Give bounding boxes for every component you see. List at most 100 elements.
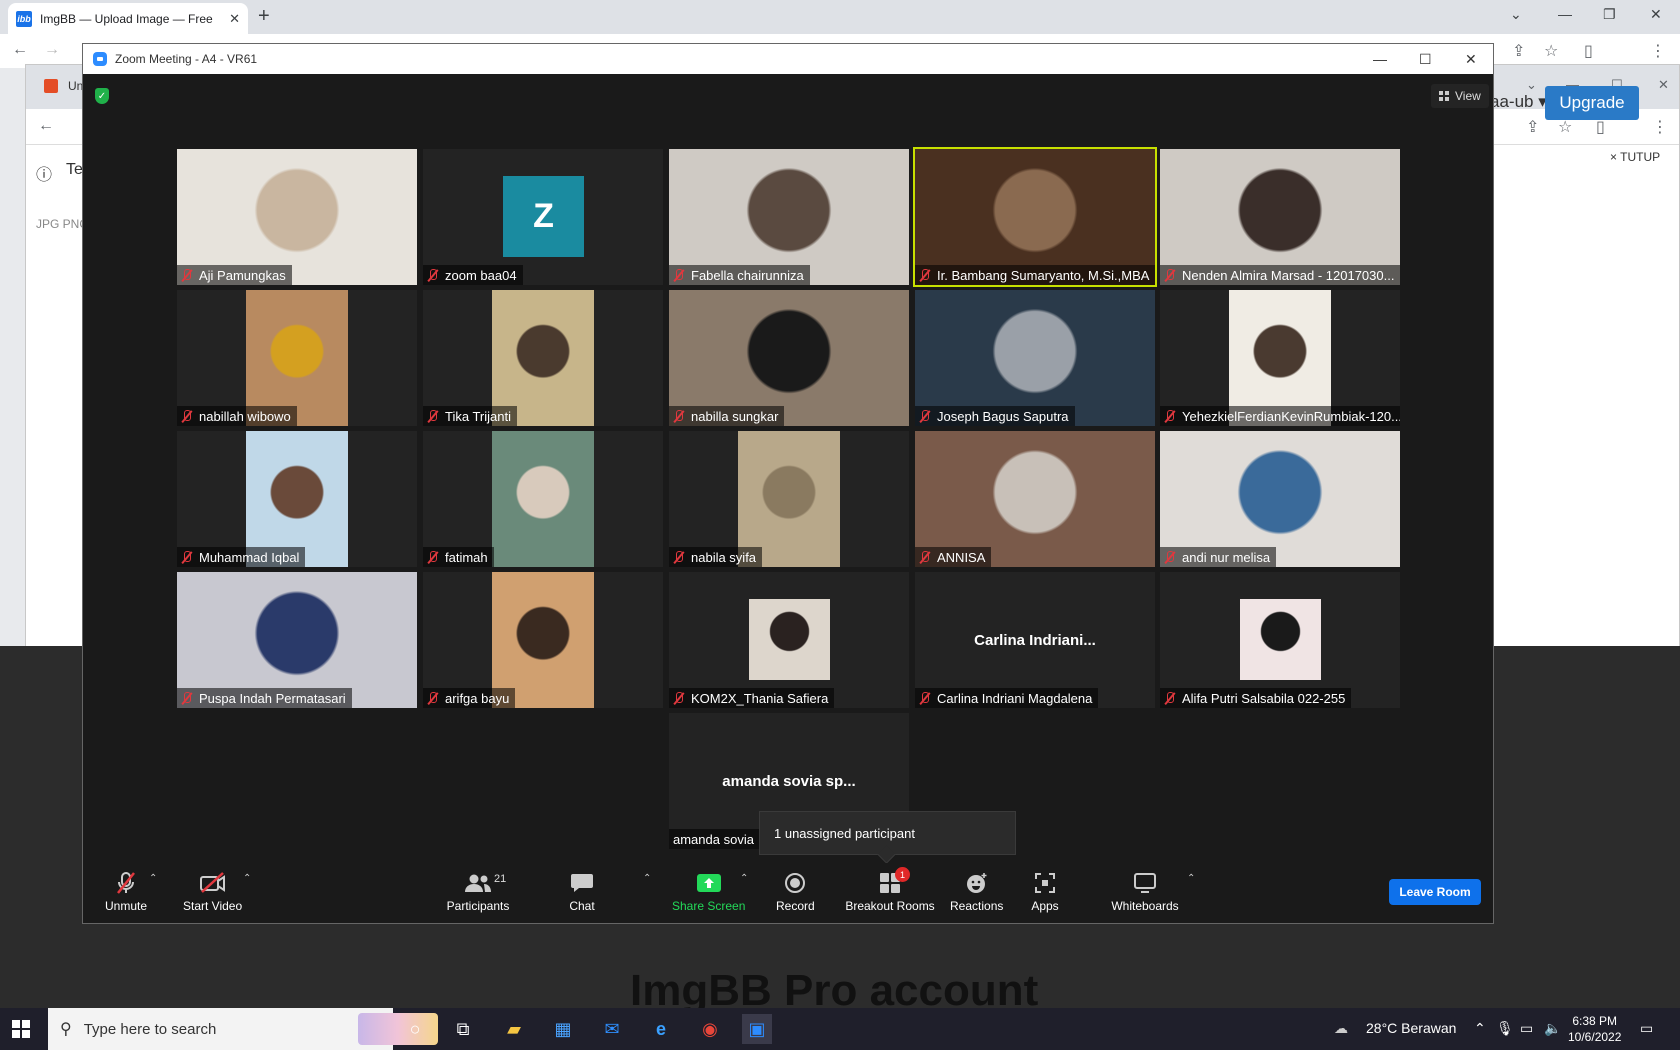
- internet-explorer-icon[interactable]: e: [646, 1014, 676, 1044]
- video-options-chevron-icon[interactable]: ⌃: [243, 873, 251, 884]
- sidepanel-icon[interactable]: ▯: [1584, 41, 1593, 61]
- notification-icon[interactable]: ▭: [1640, 1020, 1653, 1037]
- participant-tile[interactable]: nabillah wibowo: [177, 290, 417, 426]
- participant-tile[interactable]: Carlina Indriani... Carlina Indriani Magd…: [915, 572, 1155, 708]
- leave-room-button[interactable]: Leave Room: [1389, 879, 1481, 905]
- participant-tile[interactable]: Tika Trijanti: [423, 290, 663, 426]
- participant-name: Aji Pamungkas: [199, 267, 286, 283]
- restore-icon[interactable]: ❐: [1603, 6, 1616, 23]
- forward-icon[interactable]: →: [44, 41, 60, 59]
- zoom-minimize-icon[interactable]: —: [1373, 51, 1387, 67]
- participant-name-bar: zoom baa04: [423, 265, 523, 285]
- browser2-back-icon[interactable]: ←: [38, 117, 54, 135]
- browser2-sidepanel-icon[interactable]: ▯: [1596, 117, 1605, 137]
- taskbar-search[interactable]: ⚲ Type here to search: [48, 1008, 438, 1050]
- browser2-star-icon[interactable]: ☆: [1558, 117, 1572, 137]
- participant-name: ANNISA: [937, 549, 986, 565]
- zoom-logo-icon: [93, 52, 107, 66]
- mic-muted-icon: [673, 550, 685, 564]
- page-help-text: Te: [66, 161, 83, 178]
- upgrade-button[interactable]: Upgrade: [1545, 86, 1639, 120]
- participant-name: Alifa Putri Salsabila 022-255: [1182, 690, 1346, 706]
- weather-icon[interactable]: ☁: [1334, 1020, 1348, 1037]
- participant-tile[interactable]: fatimah: [423, 431, 663, 567]
- participant-name-bar: KOM2X_Thania Safiera: [669, 688, 835, 708]
- participant-tile[interactable]: Zzoom baa04: [423, 149, 663, 285]
- participant-tile[interactable]: Aji Pamungkas: [177, 149, 417, 285]
- participant-avatar: Z: [503, 176, 584, 257]
- participant-profile-picture: [749, 599, 830, 680]
- new-tab-icon[interactable]: +: [258, 5, 270, 28]
- apps-button[interactable]: Apps: [1031, 871, 1059, 917]
- participant-tile[interactable]: Joseph Bagus Saputra: [915, 290, 1155, 426]
- encryption-shield-icon[interactable]: ✓: [95, 88, 109, 104]
- microsoft-store-icon[interactable]: ▦: [548, 1014, 578, 1044]
- minimize-icon[interactable]: —: [1558, 6, 1572, 22]
- star-icon[interactable]: ☆: [1544, 41, 1558, 61]
- volume-icon[interactable]: 🔈: [1544, 1020, 1561, 1037]
- weather-text[interactable]: 28°C Berawan: [1366, 1020, 1456, 1036]
- mail-icon[interactable]: ✉: [597, 1014, 627, 1044]
- participant-tile[interactable]: nabila syifa: [669, 431, 909, 567]
- participant-tile[interactable]: andi nur melisa: [1160, 431, 1400, 567]
- tutup-button[interactable]: × TUTUP: [1610, 150, 1660, 164]
- windows-start-icon[interactable]: [12, 1020, 30, 1038]
- breakout-badge: 1: [895, 867, 910, 882]
- participant-tile[interactable]: arifga bayu: [423, 572, 663, 708]
- participant-tile[interactable]: nabilla sungkar: [669, 290, 909, 426]
- share-screen-button[interactable]: Share Screen: [672, 871, 745, 917]
- audio-options-chevron-icon[interactable]: ⌃: [149, 873, 157, 884]
- participant-tile[interactable]: Muhammad Iqbal: [177, 431, 417, 567]
- task-view-icon[interactable]: ⧉: [448, 1014, 478, 1044]
- reactions-button[interactable]: Reactions: [950, 871, 1003, 917]
- browser-tab-imgbb[interactable]: ibb ImgBB — Upload Image — Free ✕: [8, 3, 248, 34]
- share-options-chevron-icon[interactable]: ⌃: [740, 873, 748, 884]
- start-video-button[interactable]: Start Video: [183, 871, 242, 917]
- whiteboard-options-chevron-icon[interactable]: ⌃: [1187, 873, 1195, 884]
- unmute-button[interactable]: Unmute: [105, 871, 147, 917]
- microphone-icon[interactable]: 🎙: [1496, 1020, 1514, 1037]
- chat-button[interactable]: Chat: [568, 871, 596, 917]
- browser2-tabsearch-icon[interactable]: ⌄: [1526, 77, 1537, 93]
- browser2-share-icon[interactable]: ⇪: [1526, 117, 1539, 137]
- menu-icon[interactable]: ⋮: [1650, 41, 1666, 61]
- record-button[interactable]: Record: [776, 871, 815, 917]
- unassigned-tooltip: 1 unassigned participant: [759, 811, 1016, 855]
- participant-tile[interactable]: ANNISA: [915, 431, 1155, 567]
- chat-options-chevron-icon[interactable]: ⌃: [643, 873, 651, 884]
- participant-name: Puspa Indah Permatasari: [199, 690, 346, 706]
- browser2-menu-icon[interactable]: ⋮: [1652, 117, 1668, 137]
- tab-close-icon[interactable]: ✕: [229, 11, 240, 27]
- back-icon[interactable]: ←: [12, 41, 28, 59]
- pro-section: ImgBB Pro account: [24, 952, 1680, 1008]
- user-menu[interactable]: aa-ub ▾: [1490, 92, 1547, 112]
- whiteboards-button[interactable]: Whiteboards: [1109, 871, 1181, 917]
- network-icon[interactable]: ▭: [1520, 1020, 1533, 1037]
- zoom-close-icon[interactable]: ✕: [1465, 51, 1477, 68]
- breakout-rooms-button[interactable]: 1 Breakout Rooms: [843, 867, 937, 917]
- zoom-app-icon[interactable]: ▣: [742, 1014, 772, 1044]
- view-button[interactable]: View: [1431, 84, 1489, 108]
- participant-tile[interactable]: Nenden Almira Marsad - 12017030...: [1160, 149, 1400, 285]
- share-icon[interactable]: ⇪: [1512, 41, 1525, 61]
- participant-tile[interactable]: Fabella chairunniza: [669, 149, 909, 285]
- participants-button[interactable]: 21 Participants: [447, 871, 510, 917]
- zoom-maximize-icon[interactable]: ☐: [1419, 51, 1432, 68]
- chrome-icon[interactable]: ◉: [695, 1014, 725, 1044]
- participant-name: Nenden Almira Marsad - 12017030...: [1182, 267, 1395, 283]
- close-icon[interactable]: ✕: [1650, 6, 1662, 23]
- participant-tile[interactable]: Ir. Bambang Sumaryanto, M.Si.,MBA: [913, 147, 1157, 287]
- taskbar-clock[interactable]: 6:38 PM 10/6/2022: [1568, 1013, 1621, 1045]
- tray-chevron-icon[interactable]: ⌃: [1474, 1020, 1486, 1037]
- participant-tile[interactable]: KOM2X_Thania Safiera: [669, 572, 909, 708]
- participant-tile[interactable]: YehezkielFerdianKevinRumbiak-120...: [1160, 290, 1400, 426]
- mic-muted-icon: [181, 550, 193, 564]
- cortana-icon[interactable]: ○: [400, 1014, 430, 1044]
- tab-title: ImgBB — Upload Image — Free: [40, 11, 213, 26]
- browser2-close-icon[interactable]: ✕: [1658, 77, 1669, 93]
- help-icon[interactable]: ⓘ: [36, 161, 52, 185]
- file-explorer-icon[interactable]: ▰: [499, 1014, 529, 1044]
- participant-tile[interactable]: Puspa Indah Permatasari: [177, 572, 417, 708]
- tab-search-icon[interactable]: ⌄: [1510, 6, 1522, 23]
- participant-tile[interactable]: Alifa Putri Salsabila 022-255: [1160, 572, 1400, 708]
